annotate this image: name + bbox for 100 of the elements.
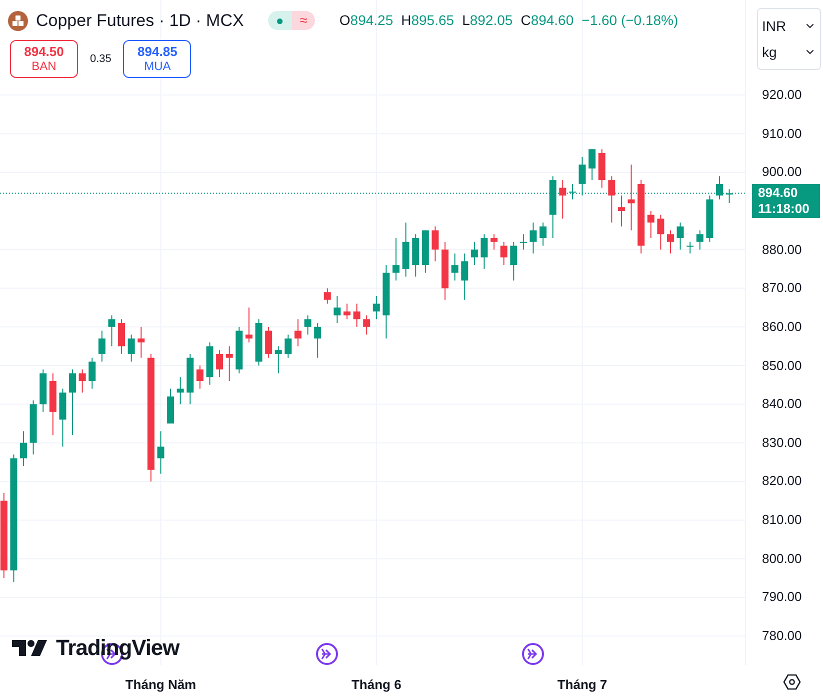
candlestick <box>118 318 126 354</box>
candlestick <box>196 365 204 390</box>
candlestick <box>647 210 654 239</box>
candlestick <box>568 183 576 200</box>
ohlc-value: C894.60 <box>520 11 574 30</box>
candlestick <box>540 222 547 246</box>
candlestick <box>186 353 194 405</box>
candlestick <box>402 222 410 278</box>
candlestick <box>461 252 468 300</box>
tradingview-logo-icon <box>12 638 48 658</box>
price-axis-label: 810.00 <box>762 512 802 528</box>
price-axis-label: 920.00 <box>762 87 802 104</box>
candlestick <box>69 368 76 436</box>
candlestick <box>294 318 302 347</box>
ohlc-value: L892.05 <box>462 11 513 30</box>
candlestick <box>176 376 184 405</box>
candlestick <box>618 195 625 227</box>
price-axis-label: 820.00 <box>762 473 802 490</box>
market-open-indicator: ● <box>268 11 292 30</box>
candlestick <box>108 314 116 347</box>
candlestick <box>490 234 498 250</box>
candlestick <box>274 346 282 374</box>
candlestick <box>206 342 214 386</box>
candlestick <box>588 148 596 181</box>
candlestick <box>49 372 56 436</box>
candlestick <box>422 230 429 274</box>
sell-button[interactable]: 894.50 BAN <box>10 40 78 78</box>
event-marker-icon[interactable] <box>316 643 338 665</box>
candlestick <box>304 314 312 336</box>
candlestick <box>255 318 262 366</box>
candlestick <box>372 295 380 320</box>
candlestick <box>480 234 488 270</box>
candlestick <box>98 330 106 362</box>
candlestick <box>598 148 606 188</box>
candlestick <box>470 241 478 266</box>
candlestick <box>157 430 164 474</box>
candlestick <box>530 222 537 254</box>
candlestick <box>412 234 420 278</box>
last-price-tag: 894.60 11:18:00 <box>752 184 820 218</box>
event-marker-icon[interactable] <box>522 643 544 665</box>
candlestick <box>608 176 616 224</box>
candlestick <box>500 241 508 266</box>
candlestick <box>138 326 145 358</box>
spread-value: 0.35 <box>89 52 112 67</box>
candlestick <box>578 156 586 196</box>
price-axis-label: 800.00 <box>762 550 802 567</box>
ohlc-value: H895.65 <box>401 11 454 30</box>
candlestick <box>432 226 439 262</box>
unit-dropdown[interactable]: INR <box>758 13 820 39</box>
unit-dropdown[interactable]: kg <box>758 39 820 65</box>
price-axis-label: 910.00 <box>762 126 802 142</box>
candlestick <box>78 368 86 394</box>
candlestick <box>226 346 233 382</box>
price-axis-label: 790.00 <box>762 589 802 606</box>
candlestick <box>20 430 27 466</box>
price-axis-label: 880.00 <box>762 242 802 258</box>
price-axis-label: 780.00 <box>762 628 802 644</box>
price-axis-label: 870.00 <box>762 280 802 296</box>
candlestick <box>236 326 243 374</box>
candlestick <box>666 230 674 254</box>
candlestick <box>451 252 458 282</box>
candlestick <box>628 164 635 231</box>
settings-icon[interactable] <box>783 674 801 690</box>
candlestick <box>167 388 174 424</box>
candlestick <box>314 322 322 358</box>
candlestick <box>726 188 733 204</box>
candlestick <box>676 222 684 250</box>
candlestick <box>344 303 350 320</box>
candlestick <box>334 295 341 324</box>
price-axis-label: 860.00 <box>762 318 802 335</box>
candlestick <box>245 307 252 343</box>
copper-logo-icon <box>8 10 28 31</box>
buy-button[interactable]: 894.85 MUA <box>123 40 192 78</box>
symbol-title: Copper Futures · 1D · MCX <box>36 10 244 32</box>
delayed-data-indicator: ≈ <box>292 11 316 30</box>
candlestick <box>706 195 714 242</box>
candlestick <box>324 288 331 304</box>
price-axis-label: 830.00 <box>762 434 802 451</box>
candlestick <box>549 176 556 239</box>
candlestick <box>392 238 400 282</box>
candlestick <box>716 176 723 200</box>
candlestick <box>520 234 527 250</box>
candlestick <box>128 334 135 362</box>
time-axis-label: Tháng Năm <box>125 676 196 694</box>
candlestick <box>559 180 566 220</box>
candlestick <box>696 230 704 250</box>
candlestick <box>442 241 449 300</box>
candlestick <box>363 314 370 336</box>
price-axis-label: 900.00 <box>762 164 802 180</box>
price-change: −1.60 (−0.18%) <box>582 11 678 30</box>
candlestick <box>657 214 664 250</box>
candlestick <box>30 400 37 455</box>
candlestick <box>59 388 66 448</box>
price-axis-label: 850.00 <box>762 358 802 374</box>
candlestick <box>686 241 694 254</box>
time-axis-label: Tháng 7 <box>557 676 608 694</box>
candlestick <box>265 326 272 358</box>
candlestick <box>510 241 518 282</box>
candlestick <box>284 334 292 358</box>
time-axis-label: Tháng 6 <box>351 676 402 694</box>
